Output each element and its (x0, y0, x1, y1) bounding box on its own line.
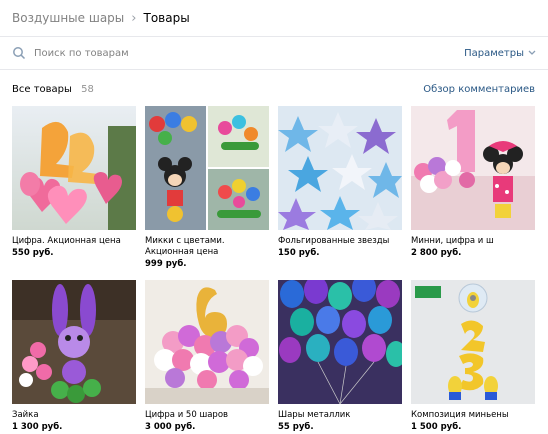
breadcrumb-root-link[interactable]: Воздушные шары (12, 11, 124, 25)
product-title[interactable]: Минни, цифра и ш (411, 236, 535, 247)
product-card[interactable]: Зайка 1 300 руб. (12, 280, 136, 432)
breadcrumb-current: Товары (143, 11, 190, 25)
product-image[interactable] (278, 106, 402, 230)
products-header: Все товары 58 Обзор комментариев (0, 70, 548, 108)
breadcrumb-separator-icon: › (131, 10, 137, 26)
params-button[interactable]: Параметры (464, 48, 536, 59)
product-title[interactable]: Цифра и 50 шаров (145, 410, 269, 421)
product-price: 55 руб. (278, 422, 314, 432)
product-title[interactable]: Шары металлик (278, 410, 402, 421)
product-card[interactable]: Микки с цветами. Акционная цена 999 руб. (145, 106, 269, 269)
product-price: 550 руб. (12, 248, 54, 258)
breadcrumb: Воздушные шары › Товары (0, 0, 548, 37)
params-label: Параметры (464, 47, 524, 59)
product-price: 1 300 руб. (12, 422, 63, 432)
product-title[interactable]: Композиция миньены (411, 410, 535, 421)
product-image[interactable] (411, 280, 535, 404)
product-title[interactable]: Фольгированные звезды (278, 236, 402, 247)
search-icon (13, 47, 26, 60)
product-price: 999 руб. (145, 259, 187, 269)
product-card[interactable]: Минни, цифра и ш 2 800 руб. (411, 106, 535, 258)
product-price: 2 800 руб. (411, 248, 462, 258)
product-price: 150 руб. (278, 248, 320, 258)
product-image[interactable] (411, 106, 535, 230)
product-image[interactable] (12, 280, 136, 404)
product-image[interactable] (145, 106, 269, 230)
search-input[interactable]: Поиск по товарам (34, 48, 464, 59)
product-price: 1 500 руб. (411, 422, 462, 432)
product-image[interactable] (12, 106, 136, 230)
comments-overview-link[interactable]: Обзор комментариев (423, 84, 535, 95)
product-image[interactable] (145, 280, 269, 404)
product-card[interactable]: Композиция миньены 1 500 руб. (411, 280, 535, 432)
product-image[interactable] (278, 280, 402, 404)
product-title[interactable]: Зайка (12, 410, 136, 421)
product-card[interactable]: Фольгированные звезды 150 руб. (278, 106, 402, 258)
product-title[interactable]: Микки с цветами. Акционная цена (145, 236, 269, 258)
products-count: 58 (81, 83, 94, 95)
product-title[interactable]: Цифра. Акционная цена (12, 236, 136, 247)
product-card[interactable]: Цифра. Акционная цена 550 руб. (12, 106, 136, 258)
products-title: Все товары (12, 83, 72, 95)
product-card[interactable]: Шары металлик 55 руб. (278, 280, 402, 432)
chevron-down-icon (528, 50, 536, 55)
product-price: 3 000 руб. (145, 422, 196, 432)
search-bar: Поиск по товарам Параметры (0, 37, 548, 70)
product-card[interactable]: Цифра и 50 шаров 3 000 руб. (145, 280, 269, 432)
